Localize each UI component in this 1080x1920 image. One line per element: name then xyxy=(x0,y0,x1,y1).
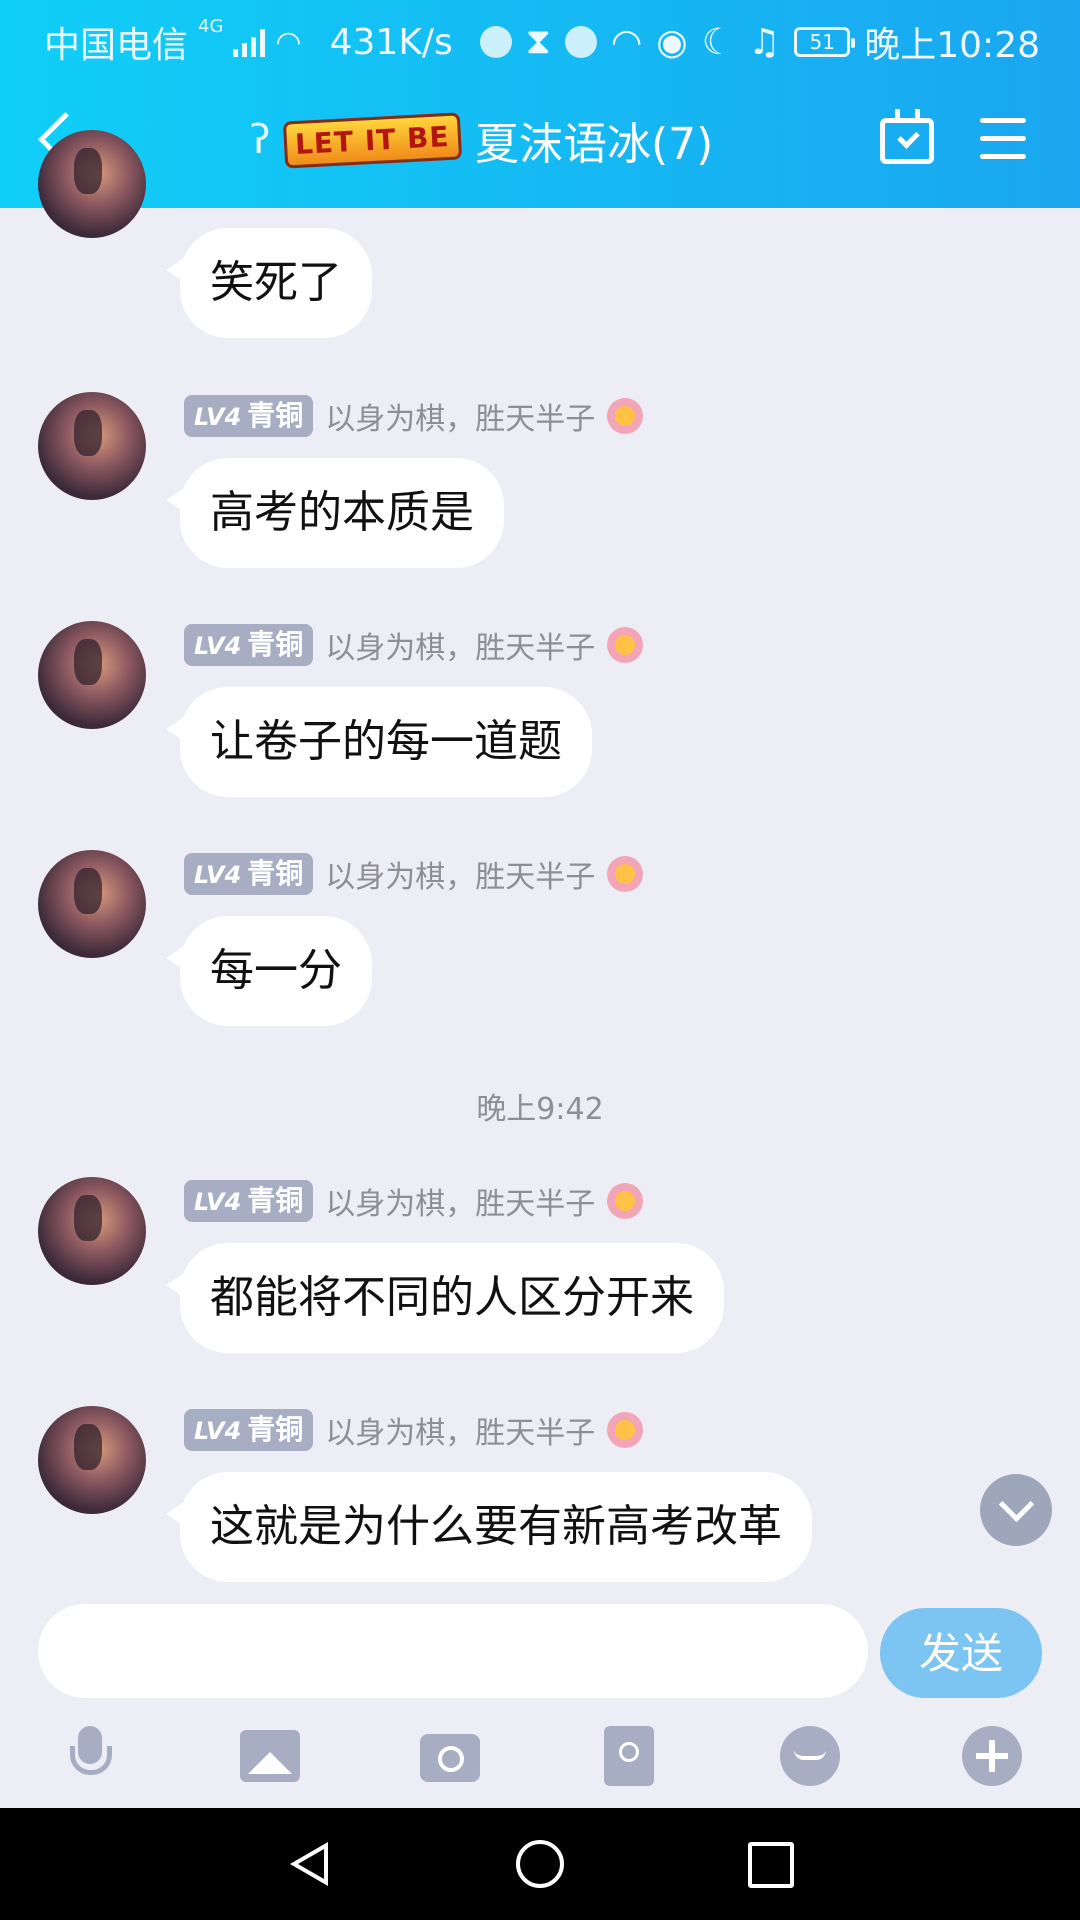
level-label: LV4 xyxy=(194,861,242,889)
chat-title-group[interactable]: ʔ LET IT BE 夏沫语冰(7) xyxy=(250,108,713,172)
header: 中国电信 4G ◠ 431K/s ⧗ ◠ ◉ ☾ ♫ 51 晚上10:28 ʔ … xyxy=(0,0,1080,208)
sender-nickname[interactable]: 以身为棋，胜天半子 xyxy=(325,394,595,438)
rank-label: 青铜 xyxy=(247,628,304,661)
carrier-label: 中国电信 xyxy=(44,25,189,66)
signal-icon xyxy=(233,27,266,57)
rank-label: 青铜 xyxy=(247,399,304,432)
system-navigation-bar xyxy=(0,1808,1080,1920)
system-home-icon[interactable] xyxy=(516,1840,564,1888)
level-badge: LV4 青铜 xyxy=(184,1180,314,1222)
message-text: 让卷子的每一道题 xyxy=(210,716,562,767)
input-bar: 发送 xyxy=(0,1596,1080,1808)
red-packet-icon[interactable] xyxy=(604,1726,654,1786)
hearing-icon: ʔ xyxy=(250,117,271,163)
level-label: LV4 xyxy=(194,403,242,431)
level-badge: LV4 青铜 xyxy=(184,395,314,437)
message-bubble[interactable]: 让卷子的每一道题 xyxy=(166,687,592,797)
message-bubble[interactable]: 这就是为什么要有新高考改革 xyxy=(166,1472,812,1582)
message-bubble[interactable]: 笑死了 xyxy=(166,228,372,338)
moon-icon: ☾ xyxy=(701,21,734,63)
level-label: LV4 xyxy=(194,1188,242,1216)
flower-icon xyxy=(607,1183,644,1219)
menu-icon[interactable] xyxy=(980,118,1026,172)
avatar[interactable] xyxy=(38,1177,146,1285)
rank-label: 青铜 xyxy=(247,1413,304,1446)
message-text: 都能将不同的人区分开来 xyxy=(210,1272,694,1323)
calendar-check-icon[interactable] xyxy=(880,109,934,164)
avatar[interactable] xyxy=(38,850,146,958)
message-text: 高考的本质是 xyxy=(210,487,474,538)
message-input[interactable] xyxy=(38,1604,868,1698)
battery-icon: 51 xyxy=(794,27,856,57)
message-bubble[interactable]: 都能将不同的人区分开来 xyxy=(166,1243,724,1353)
message-text: 这就是为什么要有新高考改革 xyxy=(210,1501,782,1552)
sender-meta: LV4 青铜 以身为棋，胜天半子 xyxy=(184,623,644,667)
navigation-bar: ʔ LET IT BE 夏沫语冰(7) xyxy=(0,88,1080,198)
system-recents-icon[interactable] xyxy=(748,1842,794,1888)
network-type: 4G xyxy=(198,16,224,37)
flower-icon xyxy=(607,398,644,434)
microphone-icon[interactable] xyxy=(60,1726,120,1786)
message-bubble[interactable]: 高考的本质是 xyxy=(166,458,504,568)
status-bar: 中国电信 4G ◠ 431K/s ⧗ ◠ ◉ ☾ ♫ 51 晚上10:28 xyxy=(0,0,1080,76)
emoji-icon[interactable] xyxy=(780,1726,840,1786)
level-badge: LV4 青铜 xyxy=(184,1409,314,1451)
let-it-be-logo: LET IT BE xyxy=(283,111,463,169)
plus-icon[interactable] xyxy=(962,1726,1022,1786)
level-label: LV4 xyxy=(194,632,242,660)
flower-icon xyxy=(607,627,644,663)
level-label: LV4 xyxy=(194,1417,242,1445)
hourglass-icon: ⧗ xyxy=(525,21,551,62)
avatar[interactable] xyxy=(38,392,146,500)
message-text: 每一分 xyxy=(210,945,342,996)
sender-nickname[interactable]: 以身为棋，胜天半子 xyxy=(325,1179,595,1223)
play-icon xyxy=(479,26,512,58)
scroll-down-button[interactable] xyxy=(980,1474,1052,1546)
sender-meta: LV4 青铜 以身为棋，胜天半子 xyxy=(184,852,644,896)
page-title: 夏沫语冰(7) xyxy=(474,119,714,170)
sender-meta: LV4 青铜 以身为棋，胜天半子 xyxy=(184,394,644,438)
avatar[interactable] xyxy=(38,621,146,729)
clock: 晚上10:28 xyxy=(864,25,1040,66)
sender-nickname[interactable]: 以身为棋，胜天半子 xyxy=(325,852,595,896)
network-speed: 431K/s xyxy=(329,21,453,63)
send-button[interactable]: 发送 xyxy=(880,1608,1042,1698)
wifi-icon: ◠ xyxy=(275,24,302,60)
image-icon[interactable] xyxy=(240,1730,300,1782)
level-badge: LV4 青铜 xyxy=(184,624,314,666)
system-back-icon[interactable] xyxy=(290,1842,328,1886)
battery-level: 51 xyxy=(809,30,835,54)
flower-icon xyxy=(607,1412,644,1448)
message-text: 笑死了 xyxy=(210,257,342,308)
message-bubble[interactable]: 每一分 xyxy=(166,916,372,1026)
flower-icon xyxy=(607,856,644,892)
mute-bell-icon: ♫ xyxy=(747,21,781,63)
message-timestamp: 晚上9:42 xyxy=(476,1092,604,1127)
camera-icon[interactable] xyxy=(420,1734,480,1782)
level-badge: LV4 青铜 xyxy=(184,853,314,895)
k-icon xyxy=(564,26,597,58)
headset-icon: ◠ xyxy=(610,21,643,63)
sender-nickname[interactable]: 以身为棋，胜天半子 xyxy=(325,1408,595,1452)
rank-label: 青铜 xyxy=(247,1184,304,1217)
rank-label: 青铜 xyxy=(247,857,304,890)
sender-meta: LV4 青铜 以身为棋，胜天半子 xyxy=(184,1179,644,1223)
avatar[interactable] xyxy=(38,130,146,238)
eye-icon: ◉ xyxy=(656,21,688,63)
sender-meta: LV4 青铜 以身为棋，胜天半子 xyxy=(184,1408,644,1452)
sender-nickname[interactable]: 以身为棋，胜天半子 xyxy=(325,623,595,667)
avatar[interactable] xyxy=(38,1406,146,1514)
